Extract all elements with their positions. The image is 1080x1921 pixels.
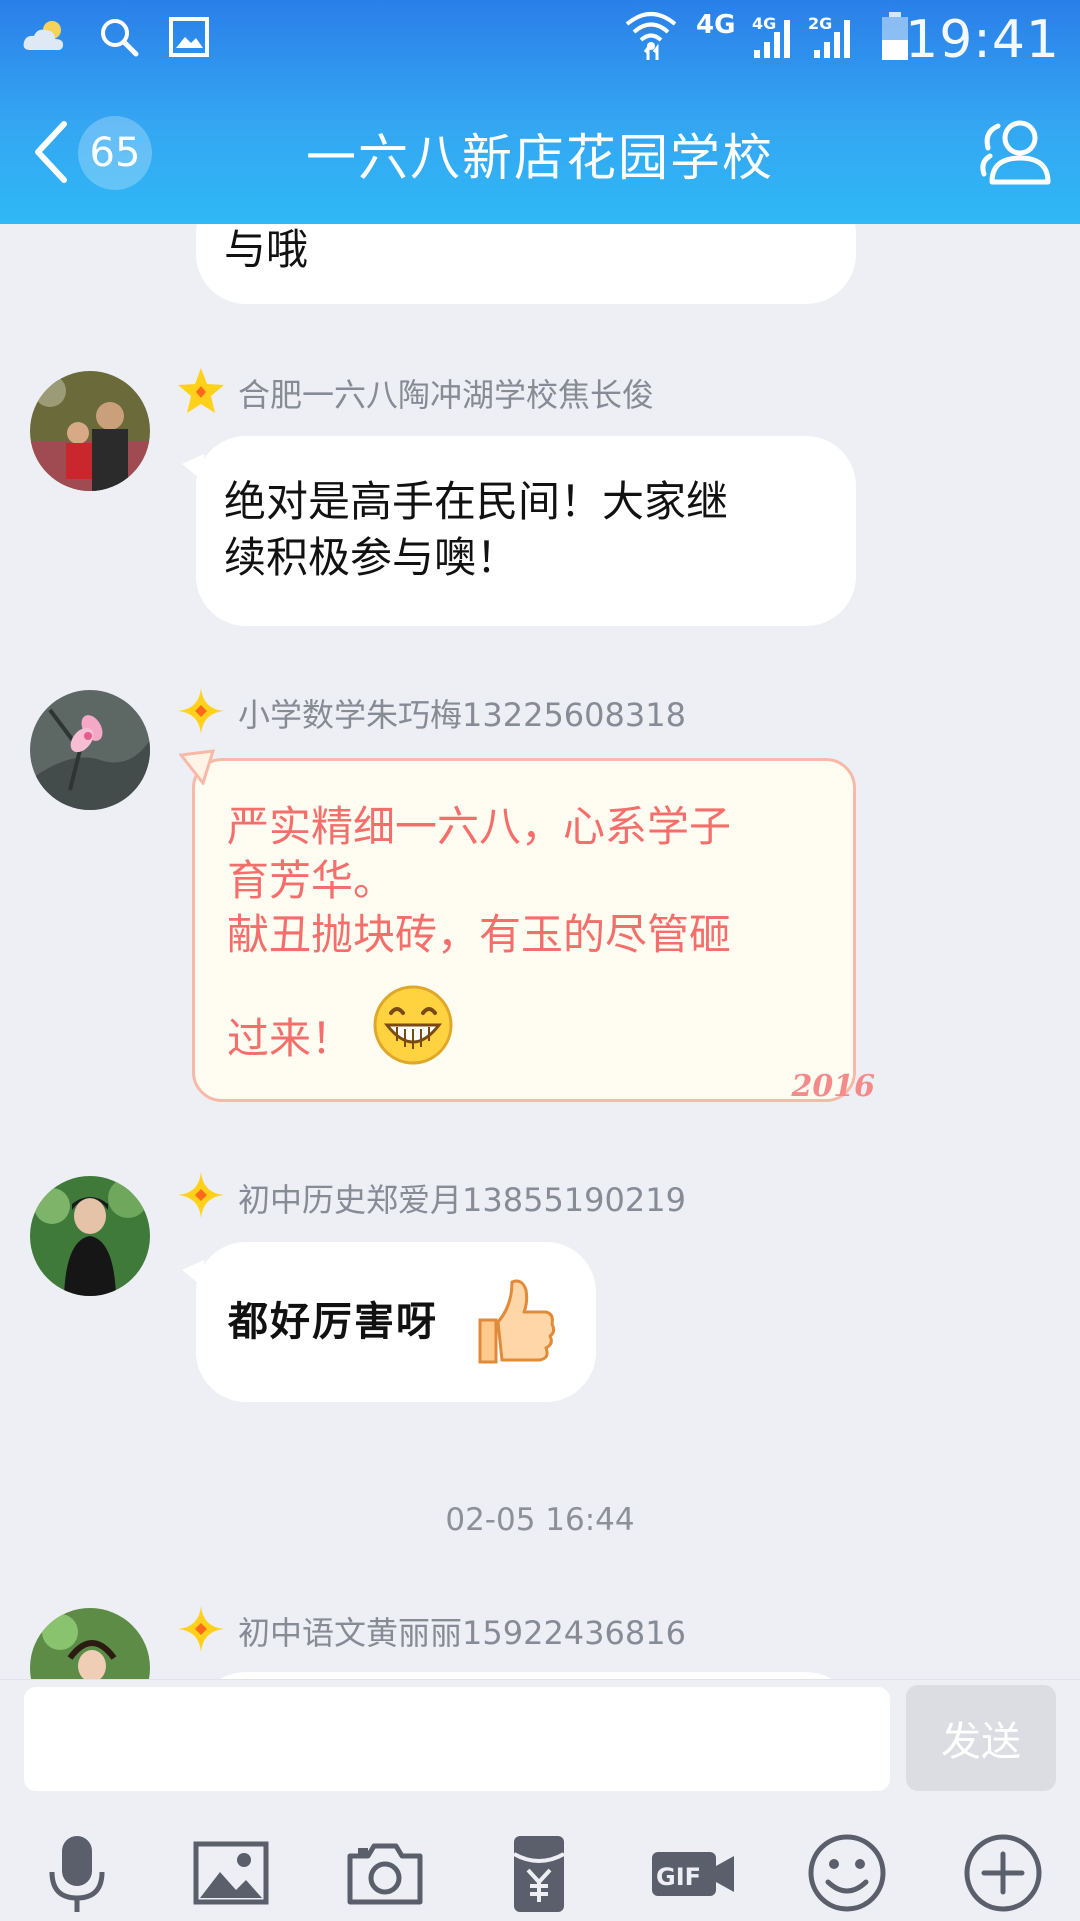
avatar[interactable] — [30, 371, 150, 491]
page-title: 一六八新店花园学校 — [306, 129, 774, 187]
network-type-label: 4G — [696, 10, 736, 40]
message-text: 都好厉害呀 — [228, 1298, 438, 1345]
weather-icon — [23, 21, 64, 51]
member-diamond-icon — [178, 688, 224, 734]
signal-sim2-icon — [814, 20, 850, 58]
sender-name[interactable]: 合肥一六八陶冲湖学校焦长俊 — [238, 370, 654, 416]
message-text-line: 育芳华。 — [227, 856, 396, 905]
grinning-emoji-icon — [373, 985, 453, 1065]
input-bar: 发送 GIF — [0, 1679, 1080, 1921]
member-diamond-icon — [178, 1606, 224, 1652]
plus-icon[interactable] — [958, 1828, 1048, 1918]
bubble-year-sticker: 2016 — [791, 1069, 876, 1104]
signal-sim1-icon — [754, 20, 790, 58]
camera-icon[interactable] — [340, 1828, 430, 1918]
member-diamond-icon — [178, 1172, 224, 1218]
gallery-notification-icon — [169, 17, 209, 57]
bubble-corner-decoration-icon — [179, 749, 216, 785]
clock: 19:41 — [905, 10, 1060, 70]
status-bar: 4G 4G 2G 19:41 — [0, 0, 1080, 76]
gif-icon[interactable]: GIF — [648, 1828, 738, 1918]
send-button[interactable]: 发送 — [906, 1685, 1056, 1791]
message-bubble[interactable]: 与哦 — [196, 224, 856, 304]
message-timestamp: 02-05 16:44 — [445, 1502, 635, 1538]
message-text-line: 过来！ — [227, 1014, 354, 1063]
avatar[interactable] — [30, 1608, 150, 1679]
unread-count-badge: 65 — [78, 116, 152, 190]
message-text-line: 献丑抛块砖，有玉的尽管砸 — [227, 910, 732, 959]
search-icon — [101, 19, 139, 57]
red-packet-icon[interactable] — [494, 1828, 584, 1918]
member-star-icon — [178, 368, 224, 413]
emoji-icon[interactable] — [802, 1828, 892, 1918]
image-icon[interactable] — [186, 1828, 276, 1918]
microphone-icon[interactable] — [32, 1828, 122, 1918]
svg-text:GIF: GIF — [656, 1863, 701, 1891]
message-text-line: 续积极参与噢！ — [224, 533, 519, 582]
avatar[interactable] — [30, 690, 150, 810]
message-bubble[interactable]: 都好厉害呀 — [182, 1242, 596, 1402]
sender-name[interactable]: 初中语文黄丽丽15922436816 — [238, 1608, 686, 1654]
navigation-bar: 65 一六八新店花园学校 — [0, 76, 1080, 224]
themed-message-bubble[interactable]: 严实精细一六八，心系学子 育芳华。 献丑抛块砖，有玉的尽管砸 过来！ 2016 — [179, 749, 875, 1104]
sender-name[interactable]: 小学数学朱巧梅13225608318 — [238, 690, 686, 736]
sender-name[interactable]: 初中历史郑爱月13855190219 — [238, 1175, 686, 1221]
thumbs-up-emoji-icon — [478, 1279, 556, 1364]
header: 4G 4G 2G 19:41 65 一六八新店花园学校 — [0, 0, 1080, 224]
message-text-line: 严实精细一六八，心系学子 — [227, 802, 732, 851]
message-bubble[interactable]: 绝对是高手在民间！大家继 续积极参与噢！ — [182, 436, 856, 626]
chevron-left-icon — [35, 121, 67, 183]
avatar[interactable] — [30, 1176, 150, 1296]
message-text-line: 绝对是高手在民间！大家继 — [224, 477, 729, 526]
message-input[interactable] — [24, 1687, 890, 1791]
message-text: 与哦 — [224, 225, 309, 274]
chat-message-list[interactable]: 与哦 合肥一六八陶冲湖学校焦长俊 绝对是高手在民间！大家继 续积极参与噢！ 小学… — [0, 224, 1080, 1679]
message-bubble[interactable] — [196, 1672, 856, 1679]
wifi-icon — [625, 12, 677, 60]
back-button[interactable]: 65 — [20, 106, 160, 196]
group-members-icon[interactable] — [976, 112, 1056, 192]
